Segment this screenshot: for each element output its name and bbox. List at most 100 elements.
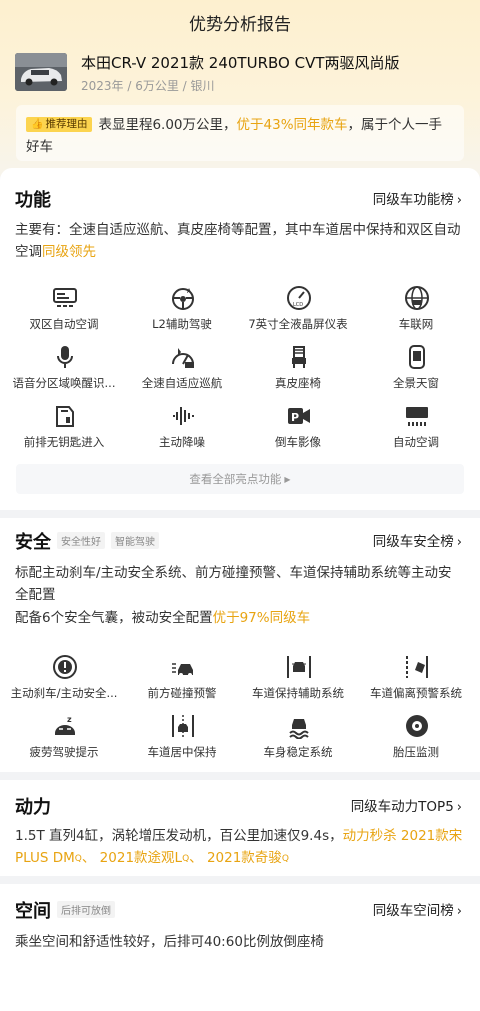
rival-name: 2021款奇骏 [206,850,282,866]
safety-desc2-highlight: 优于97%同级车 [212,610,311,626]
lane-departure-icon [406,656,428,678]
recommend-tag-label: 推荐理由 [45,118,88,130]
safety-item[interactable]: 车道居中保持 [122,713,242,773]
chevron-right-icon: › [456,193,462,208]
feature-item[interactable]: 前排无钥匙进入 [4,403,124,463]
dual-zone-ac-icon [53,288,77,307]
safety-item[interactable]: 胎压监测 [356,713,476,773]
car-thumbnail[interactable] [15,53,67,91]
safety-desc2-text: 配备6个安全气囊，被动安全配置 [15,610,213,626]
feature-item[interactable]: 真皮座椅 [238,344,358,404]
feature-item[interactable]: 车联网 [356,285,476,345]
separator: 、 [81,850,96,866]
feature-label: 前排无钥匙进入 [23,435,105,449]
safety-label: 车身稳定系统 [263,745,333,759]
cruise-control-icon [172,348,194,368]
space-title-text: 空间 [15,901,51,922]
keyless-entry-icon [56,406,74,427]
space-card: 空间 后排可放倒 同级车空间榜 › 乘坐空间和舒适性较好，后排可40:60比例放倒座… [0,884,480,1011]
connected-car-icon [405,286,429,310]
rival-link[interactable]: 2021款途观LQ [100,850,189,866]
car-meta: 2023年 / 6万公里 / 银川 [81,79,215,93]
safety-title-text: 安全 [15,532,51,553]
triangle-right-icon: ▶ [284,475,291,484]
chevron-right-icon: › [456,800,462,815]
function-title: 功能 [15,190,51,211]
feature-item[interactable]: 语音分区域唤醒识... [4,344,124,404]
view-all-features-button[interactable]: 查看全部亮点功能 ▶ [16,464,464,494]
tire-pressure-icon [406,715,428,737]
safety-item[interactable]: 车道保持辅助系统 [238,654,358,714]
rival-link[interactable]: 2021款奇骏Q [207,850,289,866]
feature-item[interactable]: 全景天窗 [356,344,476,404]
safety-item[interactable]: 主动刹车/主动安全... [4,654,124,714]
safety-item[interactable]: 前方碰撞预警 [122,654,242,714]
feature-item[interactable]: 双区自动空调 [4,285,124,345]
recommend-reason: 👍 推荐理由 表显里程6.00万公里，优于43%同年款车，属于个人一手好车 [16,105,464,161]
feature-label: L2辅助驾驶 [152,317,212,331]
svg-text:P: P [291,411,299,424]
lane-keep-icon [287,656,311,678]
feature-label: 主动降噪 [159,435,205,449]
page-title: 优势分析报告 [189,15,291,35]
active-brake-icon [53,655,77,679]
power-ranking-link[interactable]: 同级车动力TOP5 › [351,795,462,815]
safety-card: 安全 安全性好 智能驾驶 同级车安全榜 › 标配主动刹车/主动安全系统、前方碰撞预警、… [0,518,480,772]
svg-text:LCD: LCD [293,302,303,308]
leather-seat-icon [292,346,306,368]
feature-item[interactable]: P 倒车影像 [238,403,358,463]
view-all-label: 查看全部亮点功能 [189,472,282,486]
safety-label: 主动刹车/主动安全... [10,686,118,700]
microphone-icon [57,346,73,368]
space-title: 空间 后排可放倒 [15,897,115,923]
function-ranking-link[interactable]: 同级车功能榜 › [373,188,462,208]
feature-label: 车联网 [398,317,434,331]
svg-text:z: z [67,715,72,724]
feature-label: 7英寸全液晶屏仪表 [248,317,348,331]
feature-item[interactable]: 全速自适应巡航 [122,344,242,404]
safety-item[interactable]: 车身稳定系统 [238,713,358,773]
feature-item[interactable]: A L2辅助驾驶 [122,285,242,345]
feature-label: 倒车影像 [275,435,321,449]
lcd-gauge-icon: LCD [287,286,311,310]
collision-warning-icon [172,663,193,677]
smart-drive-chip: 智能驾驶 [111,532,159,549]
safety-item[interactable]: z 疲劳驾驶提示 [4,713,124,773]
safety-label: 疲劳驾驶提示 [29,745,99,759]
reason-text: 表显里程6.00万公里， [98,117,237,133]
power-ranking-label: 同级车动力TOP5 [350,799,454,815]
feature-label: 语音分区域唤醒识... [12,376,116,390]
power-desc: 1.5T 直列4缸，涡轮增压发动机，百公里加速仅9.4s，动力秒杀 2021款宋… [15,825,465,870]
fatigue-icon: z [55,715,75,735]
car-name: 本田CR-V 2021款 240TURBO CVT两驱风尚版 [81,54,400,72]
safety-title: 安全 安全性好 智能驾驶 [15,528,159,554]
function-desc-highlight: 同级领先 [42,244,96,260]
space-chip: 后排可放倒 [57,901,115,918]
panoramic-sunroof-icon [409,345,425,369]
space-ranking-link[interactable]: 同级车空间榜 › [373,899,462,919]
feature-item[interactable]: LCD 7英寸全液晶屏仪表 [238,285,358,345]
feature-item[interactable]: 主动降噪 [122,403,242,463]
safety-desc: 标配主动刹车/主动安全系统、前方碰撞预警、车道保持辅助系统等主动安全配置 [15,565,452,603]
power-desc-highlight: 动力秒杀 [342,828,397,844]
safety-chip: 安全性好 [57,532,105,549]
chevron-right-icon: › [456,535,462,550]
noise-cancel-icon [173,407,194,425]
safety-ranking-label: 同级车安全榜 [372,534,454,550]
thumbs-up-icon: 👍 [31,119,44,130]
rival-name: 2021款途观L [99,850,183,866]
feature-label: 自动空调 [393,435,439,449]
feature-label: 全景天窗 [393,376,439,390]
search-icon: Q [281,854,289,864]
feature-label: 双区自动空调 [29,317,99,331]
safety-label: 车道偏离预警系统 [370,686,462,700]
safety-label: 胎压监测 [393,745,439,759]
search-icon: Q [74,854,82,864]
power-desc-text: 1.5T 直列4缸，涡轮增压发动机，百公里加速仅9.4s， [15,828,343,844]
safety-label: 车道居中保持 [147,745,217,759]
feature-item[interactable]: 自动空调 [356,403,476,463]
safety-ranking-link[interactable]: 同级车安全榜 › [373,530,462,550]
function-desc: 主要有：全速自适应巡航、真皮座椅等配置，其中车道居中保持和双区自动空调同级领先 [15,219,465,263]
function-card: 功能 同级车功能榜 › 主要有：全速自适应巡航、真皮座椅等配置，其中车道居中保持和… [0,168,480,510]
safety-item[interactable]: 车道偏离预警系统 [356,654,476,714]
